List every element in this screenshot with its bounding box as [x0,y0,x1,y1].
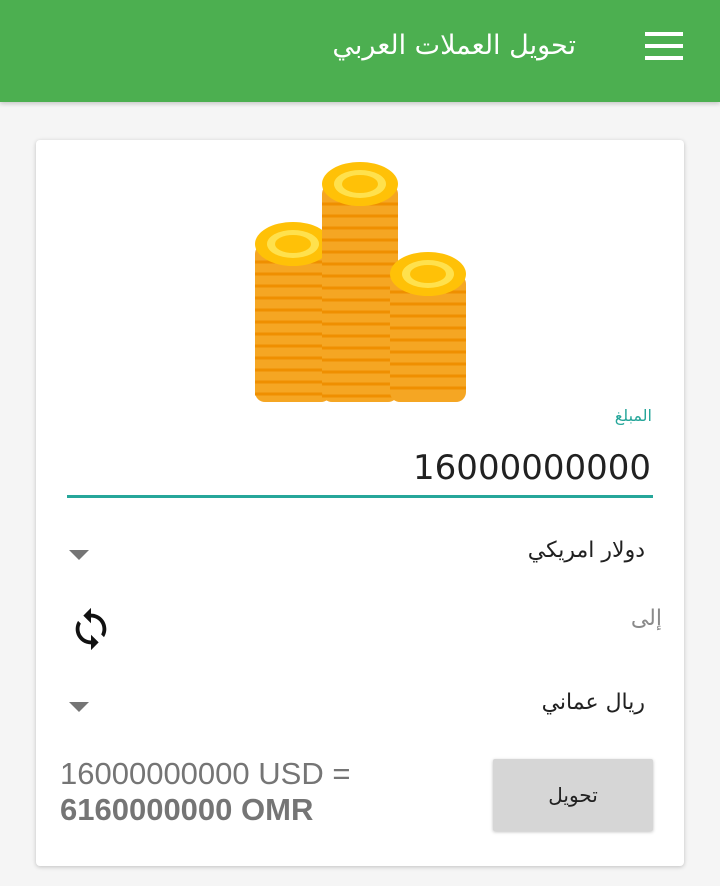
to-currency-value: ريال عماني [541,690,645,715]
convert-button[interactable]: تحويل [493,759,653,831]
dropdown-arrow-icon [69,550,89,560]
dropdown-arrow-icon [69,702,89,712]
app-title: تحويل العملات العربي [332,30,576,61]
from-currency-select[interactable]: دولار امريكي [67,532,653,578]
to-currency-select[interactable]: ريال عماني [67,684,653,730]
gold-coins-image [255,162,466,402]
result-target: 6160000000 OMR [60,792,314,827]
from-currency-value: دولار امريكي [527,538,645,563]
swap-refresh-icon[interactable] [68,606,114,652]
converter-card: المبلغ دولار امريكي إلى ريال عماني 16000… [36,140,684,866]
to-label: إلى [630,606,662,631]
amount-input[interactable] [67,440,653,498]
hamburger-menu-icon[interactable] [638,26,690,66]
result-source: 16000000000 USD = [60,756,351,791]
app-bar: تحويل العملات العربي [0,0,720,102]
conversion-result: 16000000000 USD = 6160000000 OMR [60,756,480,828]
amount-label: المبلغ [614,406,652,425]
